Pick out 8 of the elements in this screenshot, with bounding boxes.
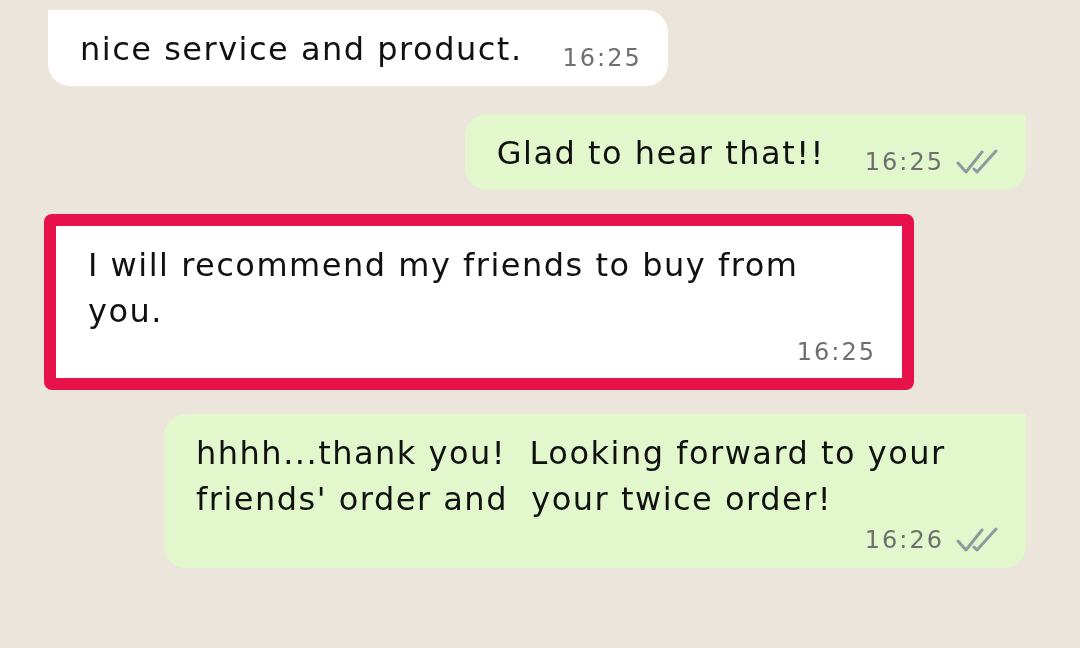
message-text: nice service and product.	[80, 29, 523, 70]
message-text: Glad to hear that!!	[496, 133, 825, 174]
message-time: 16:25	[864, 148, 944, 176]
message-time: 16:25	[796, 338, 876, 366]
message-text: hhhh...thank you! Looking forward to your friends' order and your twice order!	[196, 433, 947, 520]
message-time: 16:25	[562, 44, 642, 72]
message-text: I will recommend my friends to buy from you.	[88, 245, 800, 332]
message-time: 16:26	[864, 526, 944, 554]
